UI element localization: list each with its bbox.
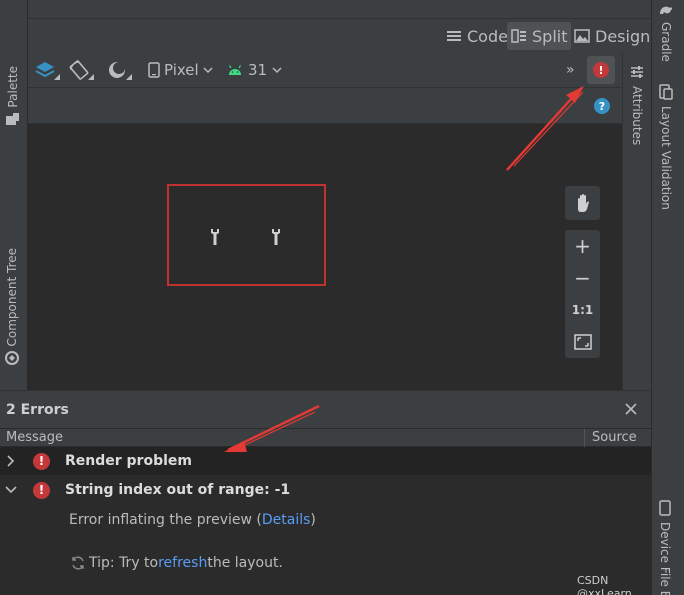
wrench-icon bbox=[272, 229, 280, 245]
gradle-icon bbox=[660, 6, 673, 14]
component-tree-tab[interactable]: Component Tree bbox=[4, 248, 20, 366]
detail-suffix: ) bbox=[310, 512, 316, 528]
error-detail-text: Error inflating the preview (Details) bbox=[69, 512, 316, 528]
fit-screen-icon bbox=[573, 334, 592, 350]
code-mode-label: Code bbox=[467, 26, 508, 46]
watermark: CSDN @xxLearn bbox=[577, 574, 632, 595]
chevron-down-icon[interactable] bbox=[5, 485, 17, 495]
layout-validation-tab-label: Layout Validation bbox=[659, 106, 673, 210]
error-icon: ! bbox=[593, 62, 609, 78]
design-toolbar: Pixel 31 » ! bbox=[28, 52, 622, 88]
device-preview-frame[interactable] bbox=[167, 184, 326, 286]
close-icon[interactable] bbox=[624, 402, 638, 416]
help-icon[interactable]: ? bbox=[594, 98, 610, 114]
phone-icon bbox=[148, 62, 160, 78]
refresh-icon bbox=[72, 556, 84, 570]
code-mode-icon bbox=[447, 31, 461, 41]
design-mode-icon bbox=[574, 29, 590, 43]
zoom-actual-size-button[interactable]: 1:1 bbox=[565, 294, 600, 326]
split-mode-button[interactable]: Split bbox=[507, 22, 572, 50]
attributes-icon bbox=[631, 66, 643, 78]
tip-text: Tip: Try to refresh the layout. bbox=[70, 555, 283, 571]
zoom-controls: + − 1:1 bbox=[565, 186, 600, 364]
design-mode-label: Design bbox=[595, 26, 651, 46]
layout-validation-icon bbox=[659, 84, 673, 100]
palette-tab[interactable]: Palette bbox=[4, 66, 22, 126]
tip-prefix: Tip: Try to bbox=[89, 555, 159, 571]
errors-panel: 2 Errors Message Source ! Render problem… bbox=[0, 390, 651, 595]
android-icon bbox=[228, 65, 242, 75]
device-selector[interactable]: Pixel bbox=[148, 58, 213, 82]
right-tool-strip: Gradle Layout Validation Device File E bbox=[651, 0, 684, 595]
layout-validation-tab[interactable]: Layout Validation bbox=[658, 84, 674, 210]
toolbar-overflow-button[interactable]: » bbox=[566, 58, 575, 82]
overflow-label: » bbox=[566, 62, 575, 78]
left-tool-strip: Palette Component Tree bbox=[0, 0, 28, 390]
error-icon: ! bbox=[33, 452, 50, 470]
error-icon: ! bbox=[33, 481, 50, 499]
design-canvas[interactable]: + − 1:1 bbox=[28, 124, 622, 390]
error-row-title: Render problem bbox=[65, 453, 192, 469]
theme-icon bbox=[109, 62, 125, 78]
device-label: Pixel bbox=[164, 61, 199, 79]
issues-panel-button[interactable]: ! bbox=[587, 56, 615, 84]
error-row[interactable]: ! String index out of range: -1 bbox=[0, 476, 651, 504]
detail-prefix: Error inflating the preview ( bbox=[69, 512, 262, 528]
night-mode-button[interactable] bbox=[106, 58, 132, 82]
hand-icon bbox=[577, 194, 589, 212]
column-divider[interactable] bbox=[584, 429, 585, 447]
editor-top-bar bbox=[28, 0, 651, 18]
attributes-strip: Attributes bbox=[622, 52, 651, 390]
design-surface-button[interactable] bbox=[34, 58, 60, 82]
zoom-to-fit-button[interactable] bbox=[565, 326, 600, 358]
design-mode-button[interactable]: Design bbox=[570, 22, 654, 50]
errors-panel-title: 2 Errors bbox=[6, 402, 69, 418]
refresh-link[interactable]: refresh bbox=[158, 555, 207, 571]
message-column-header[interactable]: Message bbox=[6, 430, 63, 445]
zoom-in-button[interactable]: + bbox=[565, 230, 600, 262]
palette-icon bbox=[6, 112, 19, 125]
split-mode-icon bbox=[511, 29, 526, 43]
zoom-out-label: − bbox=[574, 266, 591, 290]
gradle-tab-label: Gradle bbox=[659, 22, 673, 62]
palette-tab-label: Palette bbox=[6, 66, 20, 108]
device-file-explorer-tab-label: Device File E bbox=[658, 522, 672, 595]
chevron-down-icon bbox=[203, 67, 213, 74]
api-level-label: 31 bbox=[248, 61, 268, 79]
component-tree-tab-label: Component Tree bbox=[5, 248, 19, 347]
error-row-title: String index out of range: -1 bbox=[65, 482, 291, 498]
split-mode-label: Split bbox=[532, 26, 568, 46]
zoom-actual-size-label: 1:1 bbox=[571, 303, 594, 317]
code-mode-button[interactable]: Code bbox=[442, 22, 512, 50]
pan-button[interactable] bbox=[565, 186, 600, 220]
error-row[interactable]: ! Render problem bbox=[0, 447, 651, 475]
errors-panel-header: 2 Errors bbox=[0, 391, 651, 428]
view-mode-bar: Code Split Design bbox=[28, 18, 651, 52]
device-icon bbox=[659, 500, 671, 516]
component-tree-icon bbox=[5, 351, 19, 366]
api-level-selector[interactable]: 31 bbox=[227, 58, 282, 82]
dropdown-corner-icon bbox=[126, 74, 132, 80]
chevron-down-icon bbox=[272, 67, 282, 74]
errors-column-header: Message Source bbox=[0, 428, 651, 447]
orientation-button[interactable] bbox=[68, 58, 94, 82]
rotate-device-icon bbox=[69, 60, 89, 80]
zoom-in-label: + bbox=[574, 234, 591, 258]
zoom-out-button[interactable]: − bbox=[565, 262, 600, 294]
attributes-tab[interactable]: Attributes bbox=[629, 64, 645, 145]
details-link[interactable]: Details bbox=[262, 512, 311, 528]
design-subbar: ? bbox=[28, 88, 622, 124]
dropdown-corner-icon bbox=[88, 74, 94, 80]
attributes-tab-label: Attributes bbox=[630, 86, 644, 146]
layers-icon bbox=[35, 62, 55, 78]
tip-suffix: the layout. bbox=[207, 555, 283, 571]
chevron-right-icon[interactable] bbox=[6, 455, 16, 467]
dropdown-corner-icon bbox=[54, 74, 60, 80]
source-column-header[interactable]: Source bbox=[592, 430, 637, 445]
device-file-explorer-tab[interactable]: Device File E bbox=[658, 500, 672, 595]
gradle-tab[interactable]: Gradle bbox=[658, 2, 674, 62]
wrench-icon bbox=[211, 229, 219, 245]
